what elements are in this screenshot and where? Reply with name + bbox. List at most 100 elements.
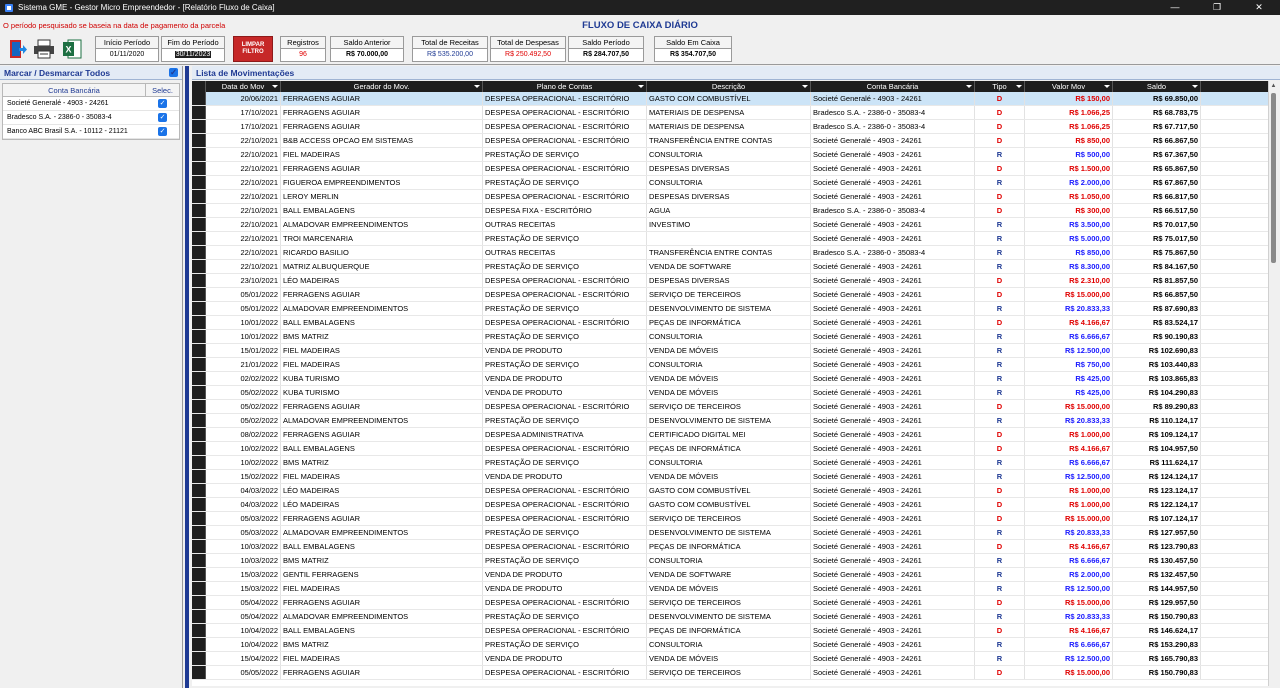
table-row[interactable]: 15/03/2022 FIEL MADEIRAS VENDA DE PRODUTO V… (192, 582, 1268, 596)
scroll-thumb[interactable] (1271, 93, 1276, 263)
table-row[interactable]: 17/10/2021 FERRAGENS AGUIAR DESPESA OPERAC… (192, 106, 1268, 120)
row-indicator[interactable] (192, 344, 206, 357)
row-indicator[interactable] (192, 372, 206, 385)
row-indicator[interactable] (192, 442, 206, 455)
row-indicator[interactable] (192, 246, 206, 259)
fim-periodo-field[interactable]: Fim do Período 30/11/2023 (161, 36, 225, 62)
row-indicator[interactable] (192, 190, 206, 203)
col-conta-bancaria[interactable]: Conta Bancária (811, 81, 975, 92)
row-indicator[interactable] (192, 92, 206, 105)
col-plano-contas[interactable]: Plano de Contas (483, 81, 647, 92)
row-indicator[interactable] (192, 554, 206, 567)
table-row[interactable]: 22/10/2021 ALMADOVAR EMPREENDIMENTOS OUTRA… (192, 218, 1268, 232)
table-row[interactable]: 10/04/2022 BALL EMBALAGENS DESPESA OPERACI… (192, 624, 1268, 638)
row-indicator[interactable] (192, 526, 206, 539)
filter-dropdown-icon[interactable] (1104, 85, 1110, 88)
table-row[interactable]: 02/02/2022 KUBA TURISMO VENDA DE PRODUTO VE… (192, 372, 1268, 386)
account-checkbox[interactable]: ✓ (158, 113, 167, 122)
table-row[interactable]: 10/01/2022 BALL EMBALAGENS DESPESA OPERACI… (192, 316, 1268, 330)
row-indicator[interactable] (192, 134, 206, 147)
account-row[interactable]: Bradesco S.A. - 2386-0 - 35083-4 ✓ (3, 111, 179, 125)
table-row[interactable]: 17/10/2021 FERRAGENS AGUIAR DESPESA OPERAC… (192, 120, 1268, 134)
col-gerador[interactable]: Gerador do Mov. (281, 81, 483, 92)
maximize-button[interactable]: ❐ (1196, 0, 1238, 15)
account-row[interactable]: Societé Generalé - 4903 - 24261 ✓ (3, 97, 179, 111)
table-row[interactable]: 05/02/2022 ALMADOVAR EMPREENDIMENTOS PREST… (192, 414, 1268, 428)
row-indicator[interactable] (192, 386, 206, 399)
row-indicator[interactable] (192, 610, 206, 623)
col-tipo[interactable]: Tipo (975, 81, 1025, 92)
table-row[interactable]: 23/10/2021 LÉO MADEIRAS DESPESA OPERACIONA… (192, 274, 1268, 288)
table-row[interactable]: 05/04/2022 FERRAGENS AGUIAR DESPESA OPERAC… (192, 596, 1268, 610)
export-excel-button[interactable]: X (60, 36, 84, 61)
table-row[interactable]: 10/02/2022 BMS MATRIZ PRESTAÇÃO DE SERVIÇO… (192, 456, 1268, 470)
table-row[interactable]: 10/03/2022 BALL EMBALAGENS DESPESA OPERACI… (192, 540, 1268, 554)
filter-dropdown-icon[interactable] (272, 85, 278, 88)
table-row[interactable]: 05/05/2022 FERRAGENS AGUIAR DESPESA OPERAC… (192, 666, 1268, 680)
row-indicator[interactable] (192, 498, 206, 511)
col-valor-mov[interactable]: Valor Mov (1025, 81, 1113, 92)
table-row[interactable]: 05/02/2022 KUBA TURISMO VENDA DE PRODUTO VE… (192, 386, 1268, 400)
row-indicator[interactable] (192, 148, 206, 161)
table-row[interactable]: 20/06/2021 FERRAGENS AGUIAR DESPESA OPERAC… (192, 92, 1268, 106)
table-row[interactable]: 08/02/2022 FERRAGENS AGUIAR DESPESA ADMINI… (192, 428, 1268, 442)
table-row[interactable]: 22/10/2021 TROI MARCENARIA PRESTAÇÃO DE SE… (192, 232, 1268, 246)
row-indicator[interactable] (192, 582, 206, 595)
table-row[interactable]: 10/03/2022 BMS MATRIZ PRESTAÇÃO DE SERVIÇO… (192, 554, 1268, 568)
col-saldo[interactable]: Saldo (1113, 81, 1201, 92)
filter-dropdown-icon[interactable] (1192, 85, 1198, 88)
row-indicator[interactable] (192, 470, 206, 483)
row-indicator[interactable] (192, 218, 206, 231)
table-row[interactable]: 22/10/2021 FIEL MADEIRAS PRESTAÇÃO DE SERV… (192, 148, 1268, 162)
vertical-scrollbar[interactable]: ▲ (1268, 81, 1278, 686)
row-indicator[interactable] (192, 316, 206, 329)
row-indicator[interactable] (192, 260, 206, 273)
table-row[interactable]: 22/10/2021 B&B ACCESS OPCAO EM SISTEMAS DE… (192, 134, 1268, 148)
col-descricao[interactable]: Descrição (647, 81, 811, 92)
table-row[interactable]: 10/04/2022 BMS MATRIZ PRESTAÇÃO DE SERVIÇO… (192, 638, 1268, 652)
account-checkbox[interactable]: ✓ (158, 127, 167, 136)
row-indicator[interactable] (192, 512, 206, 525)
table-row[interactable]: 05/02/2022 FERRAGENS AGUIAR DESPESA OPERAC… (192, 400, 1268, 414)
row-indicator[interactable] (192, 176, 206, 189)
row-indicator[interactable] (192, 288, 206, 301)
table-row[interactable]: 15/01/2022 FIEL MADEIRAS VENDA DE PRODUTO V… (192, 344, 1268, 358)
row-indicator[interactable] (192, 456, 206, 469)
table-row[interactable]: 22/10/2021 RICARDO BASILIO OUTRAS RECEITAS… (192, 246, 1268, 260)
table-row[interactable]: 04/03/2022 LÉO MADEIRAS DESPESA OPERACIONA… (192, 484, 1268, 498)
table-row[interactable]: 15/02/2022 FIEL MADEIRAS VENDA DE PRODUTO V… (192, 470, 1268, 484)
table-row[interactable]: 22/10/2021 LEROY MERLIN DESPESA OPERACIONA… (192, 190, 1268, 204)
minimize-button[interactable]: — (1154, 0, 1196, 15)
filter-dropdown-icon[interactable] (474, 85, 480, 88)
table-row[interactable]: 05/01/2022 FERRAGENS AGUIAR DESPESA OPERAC… (192, 288, 1268, 302)
inicio-periodo-field[interactable]: Início Período 01/11/2020 (95, 36, 159, 62)
row-indicator[interactable] (192, 638, 206, 651)
scroll-up-icon[interactable]: ▲ (1269, 81, 1278, 91)
table-row[interactable]: 10/02/2022 BALL EMBALAGENS DESPESA OPERACI… (192, 442, 1268, 456)
table-row[interactable]: 05/04/2022 ALMADOVAR EMPREENDIMENTOS PREST… (192, 610, 1268, 624)
table-row[interactable]: 22/10/2021 BALL EMBALAGENS DESPESA FIXA - … (192, 204, 1268, 218)
row-indicator[interactable] (192, 204, 206, 217)
inicio-periodo-input[interactable]: 01/11/2020 (96, 49, 158, 61)
table-row[interactable]: 10/01/2022 BMS MATRIZ PRESTAÇÃO DE SERVIÇO… (192, 330, 1268, 344)
table-row[interactable]: 05/03/2022 FERRAGENS AGUIAR DESPESA OPERAC… (192, 512, 1268, 526)
row-indicator[interactable] (192, 666, 206, 679)
row-indicator[interactable] (192, 302, 206, 315)
account-row[interactable]: Banco ABC Brasil S.A. - 10112 - 21121 ✓ (3, 125, 179, 139)
limpar-filtro-button[interactable]: LIMPAR FILTRO (233, 36, 273, 62)
account-checkbox[interactable]: ✓ (158, 99, 167, 108)
row-indicator[interactable] (192, 568, 206, 581)
row-indicator[interactable] (192, 596, 206, 609)
row-indicator[interactable] (192, 400, 206, 413)
close-button[interactable]: ✕ (1238, 0, 1280, 15)
row-indicator[interactable] (192, 106, 206, 119)
filter-dropdown-icon[interactable] (1016, 85, 1022, 88)
col-data-mov[interactable]: Data do Mov (206, 81, 281, 92)
print-button[interactable] (32, 36, 56, 61)
row-indicator[interactable] (192, 624, 206, 637)
row-indicator[interactable] (192, 120, 206, 133)
table-row[interactable]: 15/04/2022 FIEL MADEIRAS VENDA DE PRODUTO V… (192, 652, 1268, 666)
select-all-checkbox[interactable]: ✓ (169, 68, 178, 77)
row-indicator[interactable] (192, 330, 206, 343)
filter-dropdown-icon[interactable] (802, 85, 808, 88)
